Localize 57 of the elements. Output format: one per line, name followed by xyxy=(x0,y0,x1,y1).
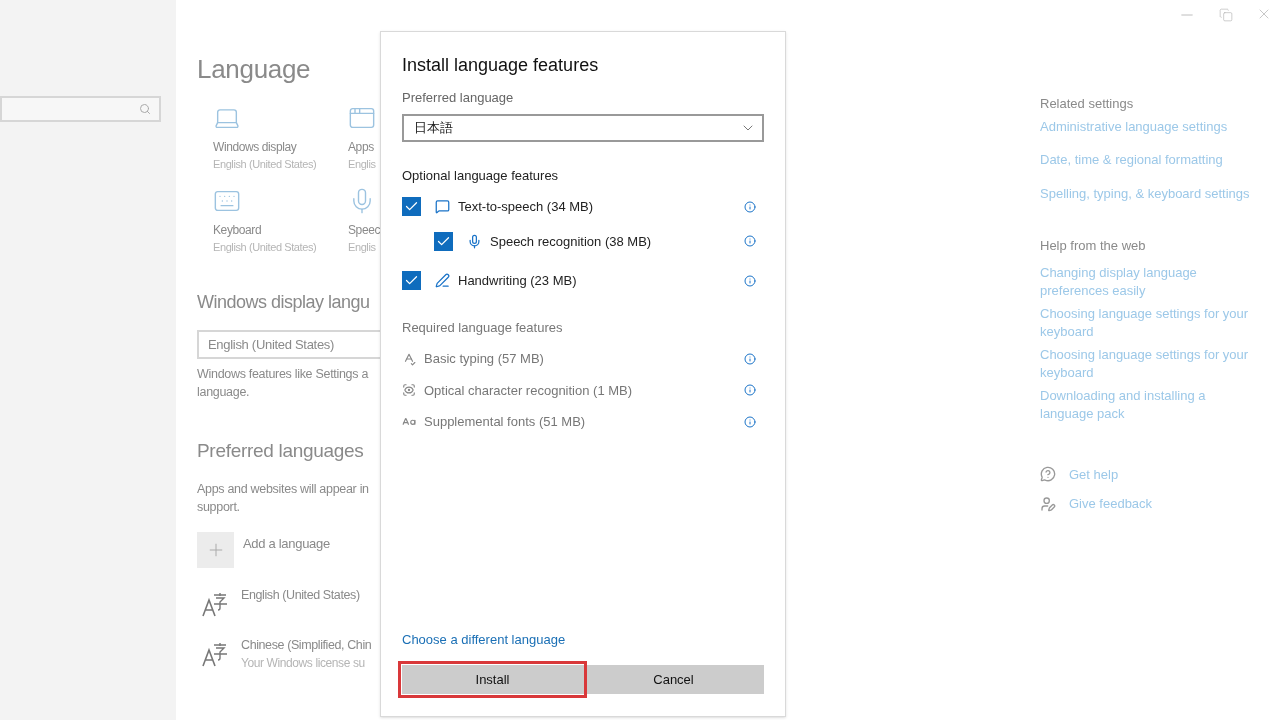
section-heading: Help from the web xyxy=(1040,237,1147,255)
checkbox[interactable] xyxy=(434,231,453,251)
feature-label: Text-to-speech (34 MB) xyxy=(458,198,595,216)
language-tile[interactable]: Windows display English (United States) xyxy=(213,104,348,173)
camera-icon xyxy=(402,383,416,398)
language-icon xyxy=(201,641,229,668)
chat-question-icon xyxy=(1040,466,1056,483)
info-icon[interactable] xyxy=(744,352,756,365)
add-language-label[interactable]: Add a language xyxy=(243,533,330,553)
microphone-icon xyxy=(467,233,482,249)
spell-check-icon xyxy=(402,351,416,366)
info-icon[interactable] xyxy=(744,415,756,428)
field-label: Preferred language xyxy=(402,89,515,107)
description-text: Apps and websites will appear in xyxy=(197,480,370,498)
section-heading: Windows display langu xyxy=(197,291,371,314)
dialog-title: Install language features xyxy=(402,54,600,77)
language-tile[interactable]: Speec Englis xyxy=(348,186,388,255)
page-title: Language xyxy=(197,53,312,86)
section-heading: Optional language features xyxy=(402,166,560,185)
settings-link[interactable]: Date, time & regional formatting xyxy=(1040,150,1280,170)
language-icon xyxy=(201,591,229,618)
feature-label: Supplemental fonts (51 MB) xyxy=(424,413,587,431)
support-link[interactable]: Give feedback xyxy=(1069,494,1153,514)
help-link[interactable]: Downloading and installing a language pack xyxy=(1040,386,1280,423)
feature-label: Handwriting (23 MB) xyxy=(458,272,578,290)
section-heading: Related settings xyxy=(1040,95,1135,113)
settings-link[interactable]: Administrative language settings xyxy=(1040,116,1280,136)
search-field[interactable] xyxy=(0,96,161,122)
language-item[interactable]: Chinese (Simplified, Chin Your Windows license su xyxy=(197,635,380,672)
speech-bubble-icon xyxy=(435,199,450,215)
checkbox[interactable] xyxy=(402,197,421,217)
help-link[interactable]: Changing display language preferences easily xyxy=(1040,263,1280,300)
description-text: support. xyxy=(197,498,241,516)
feature-label: Speech recognition (38 MB) xyxy=(490,232,653,251)
section-heading: Preferred languages xyxy=(197,439,365,463)
search-icon xyxy=(139,103,151,115)
language-tile[interactable]: Keyboard English (United States) xyxy=(213,186,348,255)
checkbox[interactable] xyxy=(402,271,421,291)
pen-icon xyxy=(435,273,450,289)
cancel-button[interactable]: Cancel xyxy=(583,665,764,694)
description-text: language. xyxy=(197,384,251,401)
language-item[interactable]: English (United States) xyxy=(197,585,380,618)
person-icon xyxy=(1040,495,1056,512)
info-icon[interactable] xyxy=(744,200,756,213)
language-dropdown[interactable]: 日本語 xyxy=(402,113,764,142)
info-icon[interactable] xyxy=(744,235,756,248)
help-link[interactable]: Choosing language settings for your keyboard xyxy=(1040,345,1280,382)
info-icon[interactable] xyxy=(744,384,756,397)
description-text: Windows features like Settings a xyxy=(197,366,370,383)
language-tile[interactable]: Apps Englis xyxy=(348,104,388,173)
info-icon[interactable] xyxy=(744,274,756,287)
add-language-button[interactable] xyxy=(197,531,234,568)
choose-language-link[interactable]: Choose a different language xyxy=(402,629,764,649)
help-link[interactable]: Choosing language settings for your keyboard xyxy=(1040,304,1280,341)
feature-label: Basic typing (57 MB) xyxy=(424,350,545,368)
settings-link[interactable]: Spelling, typing, & keyboard settings xyxy=(1040,183,1280,203)
feature-label: Optical character recognition (1 MB) xyxy=(424,381,634,400)
